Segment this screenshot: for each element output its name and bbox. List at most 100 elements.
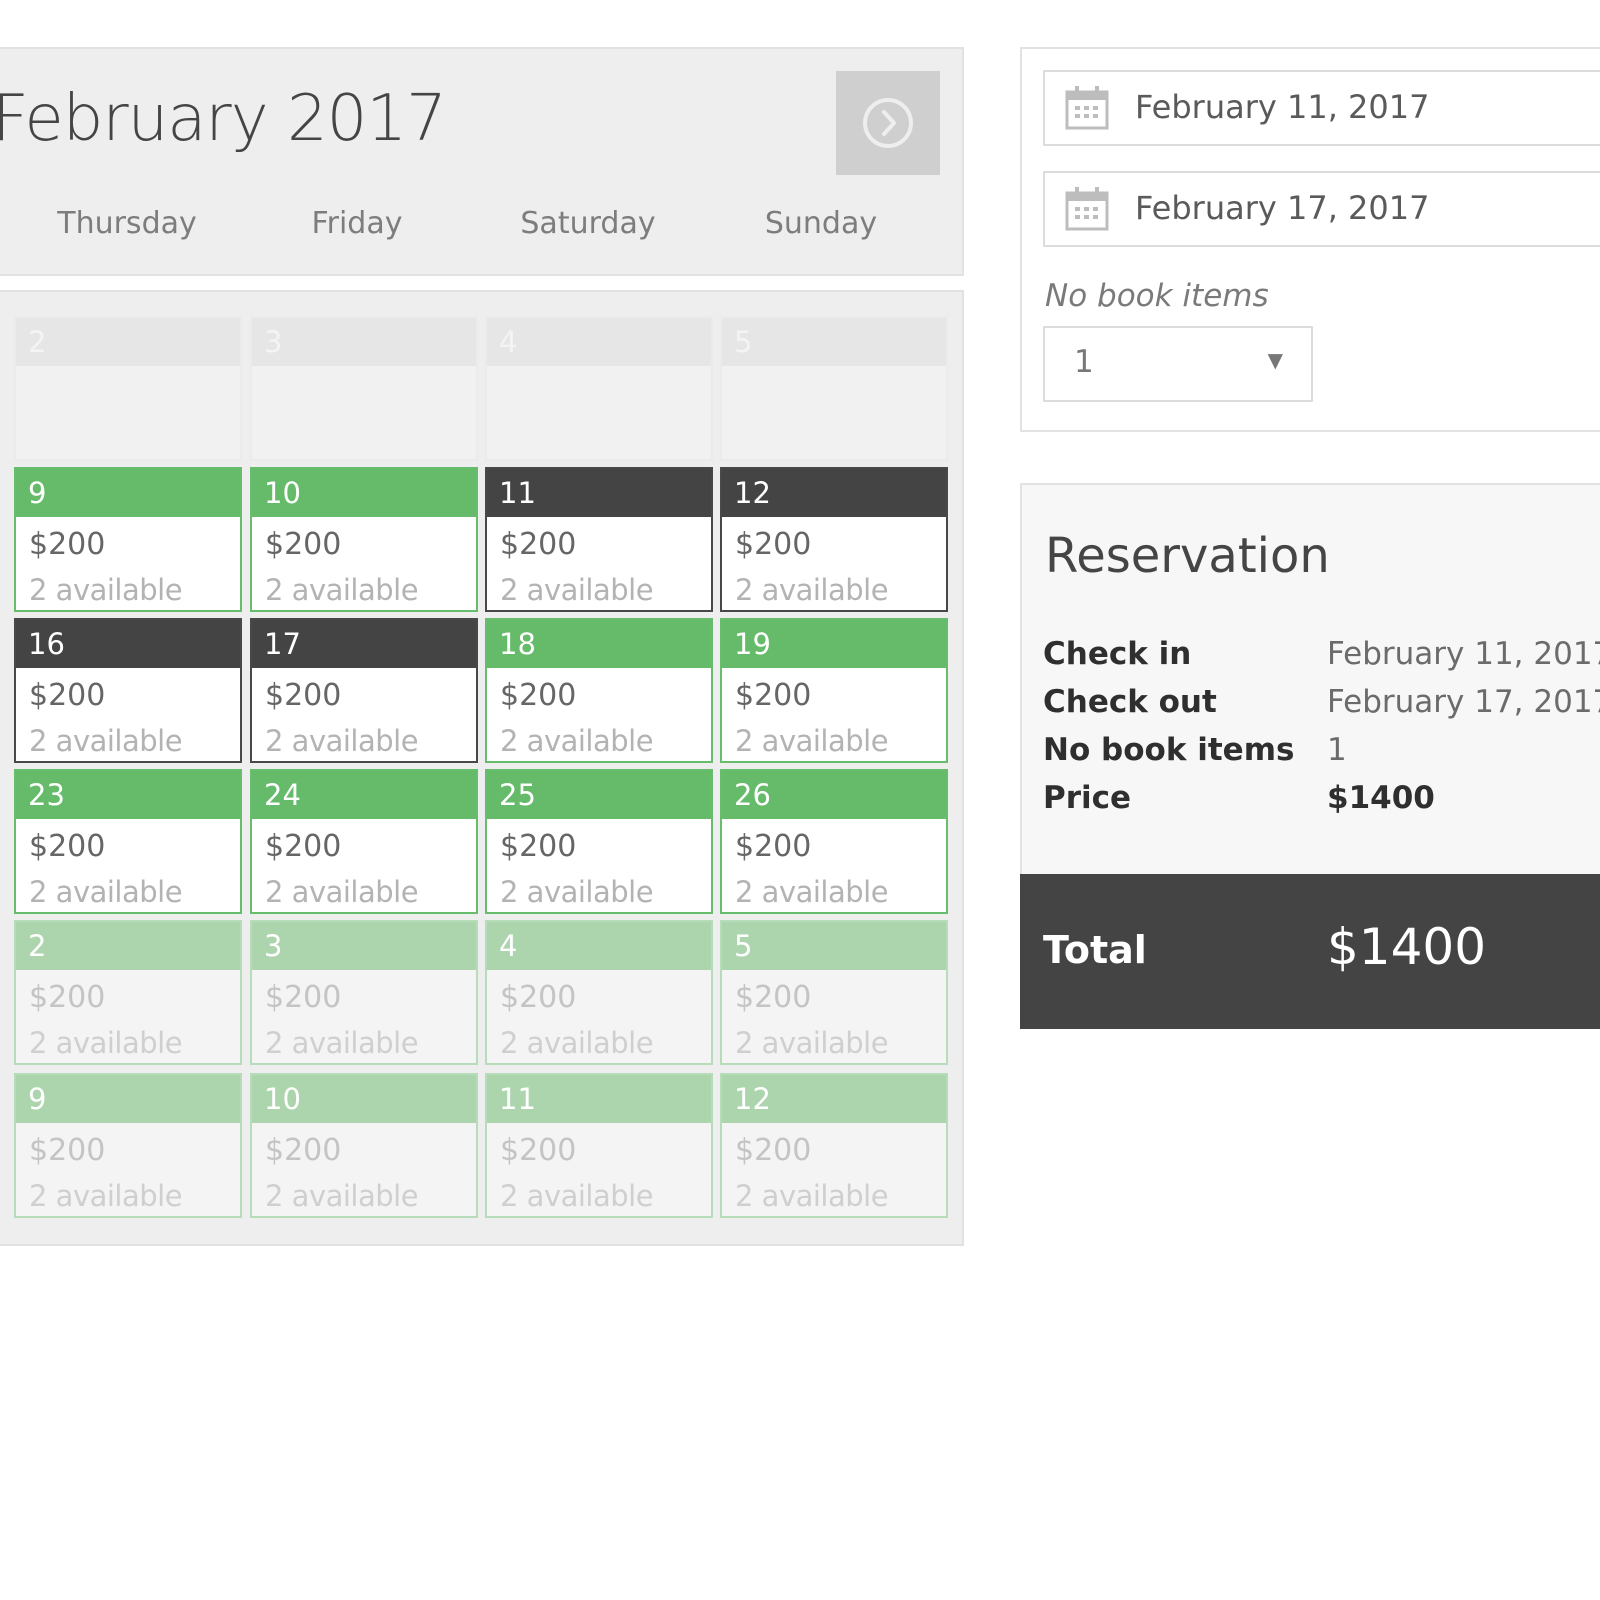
check-out-summary-value: February 17, 2017 [1327, 684, 1600, 720]
day-body: $200 2 available [252, 668, 476, 761]
day-number: 4 [487, 922, 711, 970]
book-items-select[interactable]: 1 ▼ [1043, 326, 1313, 402]
calendar-day-cell[interactable]: 24 $200 2 available [250, 769, 478, 914]
day-availability: 2 available [735, 875, 889, 909]
book-items-value: 1 [1074, 344, 1094, 380]
calendar-day-cell[interactable]: 17 $200 2 available [250, 618, 478, 763]
day-availability: 2 available [735, 1179, 889, 1213]
day-body: $200 2 available [722, 970, 946, 1063]
day-availability: 2 available [265, 875, 419, 909]
day-availability: 2 available [29, 875, 183, 909]
weekday-saturday: Saturday [520, 206, 656, 241]
day-body: $200 2 available [16, 517, 240, 610]
day-price: $200 [265, 527, 342, 562]
calendar-icon [1065, 86, 1109, 130]
calendar-day-cell[interactable]: 26 $200 2 available [720, 769, 948, 914]
day-number: 2 [16, 922, 240, 970]
day-number: 11 [487, 469, 711, 517]
day-price: $200 [500, 1133, 577, 1168]
day-availability: 2 available [265, 1179, 419, 1213]
calendar-day-cell[interactable]: 12 $200 2 available [720, 467, 948, 612]
day-availability: 2 available [735, 1026, 889, 1060]
calendar-day-cell: 3 [250, 316, 478, 461]
day-body [252, 366, 476, 459]
day-price: $200 [29, 829, 106, 864]
calendar-day-cell[interactable]: 3 $200 2 available [250, 920, 478, 1065]
calendar-day-cell[interactable]: 25 $200 2 available [485, 769, 713, 914]
day-price: $200 [29, 1133, 106, 1168]
day-price: $200 [265, 980, 342, 1015]
day-price: $200 [735, 1133, 812, 1168]
calendar-day-cell[interactable]: 23 $200 2 available [14, 769, 242, 914]
check-in-field[interactable]: February 11, 2017 [1043, 70, 1600, 146]
day-number: 10 [252, 469, 476, 517]
day-body: $200 2 available [722, 819, 946, 912]
day-availability: 2 available [500, 1179, 654, 1213]
day-number: 10 [252, 1075, 476, 1123]
day-body: $200 2 available [487, 668, 711, 761]
day-number: 12 [722, 1075, 946, 1123]
calendar-icon [1065, 187, 1109, 231]
day-body [16, 366, 240, 459]
calendar-day-cell[interactable]: 2 $200 2 available [14, 920, 242, 1065]
calendar-day-cell[interactable]: 19 $200 2 available [720, 618, 948, 763]
check-out-field[interactable]: February 17, 2017 [1043, 171, 1600, 247]
calendar-day-cell[interactable]: 18 $200 2 available [485, 618, 713, 763]
day-number: 4 [487, 318, 711, 366]
day-number: 5 [722, 318, 946, 366]
day-body: $200 2 available [16, 668, 240, 761]
day-availability: 2 available [29, 573, 183, 607]
day-body: $200 2 available [722, 1123, 946, 1216]
day-body: $200 2 available [252, 517, 476, 610]
day-availability: 2 available [265, 724, 419, 758]
day-body: $200 2 available [252, 819, 476, 912]
day-number: 26 [722, 771, 946, 819]
calendar-day-cell[interactable]: 4 $200 2 available [485, 920, 713, 1065]
day-price: $200 [735, 527, 812, 562]
day-number: 5 [722, 922, 946, 970]
month-title: February 2017 [0, 82, 447, 156]
calendar-day-cell[interactable]: 11 $200 2 available [485, 1073, 713, 1218]
day-price: $200 [29, 980, 106, 1015]
check-in-summary-value: February 11, 2017 [1327, 636, 1600, 672]
day-availability: 2 available [265, 1026, 419, 1060]
check-out-label: Check out [1043, 684, 1217, 720]
day-body: $200 2 available [16, 819, 240, 912]
day-number: 9 [16, 1075, 240, 1123]
day-body [722, 366, 946, 459]
calendar-day-cell[interactable]: 16 $200 2 available [14, 618, 242, 763]
calendar-day-cell[interactable]: 9 $200 2 available [14, 467, 242, 612]
weekday-friday: Friday [311, 206, 403, 241]
day-body: $200 2 available [16, 970, 240, 1063]
book-items-summary-value: 1 [1327, 732, 1347, 768]
day-body: $200 2 available [487, 819, 711, 912]
check-in-value: February 11, 2017 [1135, 88, 1430, 126]
calendar-day-cell[interactable]: 12 $200 2 available [720, 1073, 948, 1218]
day-body: $200 2 available [16, 1123, 240, 1216]
day-body: $200 2 available [252, 970, 476, 1063]
calendar-day-cell[interactable]: 9 $200 2 available [14, 1073, 242, 1218]
weekday-thursday: Thursday [57, 206, 197, 241]
calendar-day-cell[interactable]: 10 $200 2 available [250, 467, 478, 612]
day-number: 24 [252, 771, 476, 819]
day-availability: 2 available [500, 875, 654, 909]
price-value: $1400 [1327, 780, 1435, 816]
day-availability: 2 available [29, 1026, 183, 1060]
check-out-value: February 17, 2017 [1135, 189, 1430, 227]
day-availability: 2 available [500, 573, 654, 607]
next-month-button[interactable] [836, 71, 940, 175]
calendar-day-cell[interactable]: 5 $200 2 available [720, 920, 948, 1065]
day-number: 9 [16, 469, 240, 517]
day-price: $200 [735, 829, 812, 864]
day-price: $200 [500, 829, 577, 864]
calendar-day-cell[interactable]: 10 $200 2 available [250, 1073, 478, 1218]
check-in-label: Check in [1043, 636, 1192, 672]
day-body [487, 366, 711, 459]
total-value: $1400 [1327, 918, 1487, 976]
day-number: 12 [722, 469, 946, 517]
calendar-day-cell[interactable]: 11 $200 2 available [485, 467, 713, 612]
day-availability: 2 available [29, 1179, 183, 1213]
day-price: $200 [735, 980, 812, 1015]
day-number: 18 [487, 620, 711, 668]
calendar-day-cell: 4 [485, 316, 713, 461]
